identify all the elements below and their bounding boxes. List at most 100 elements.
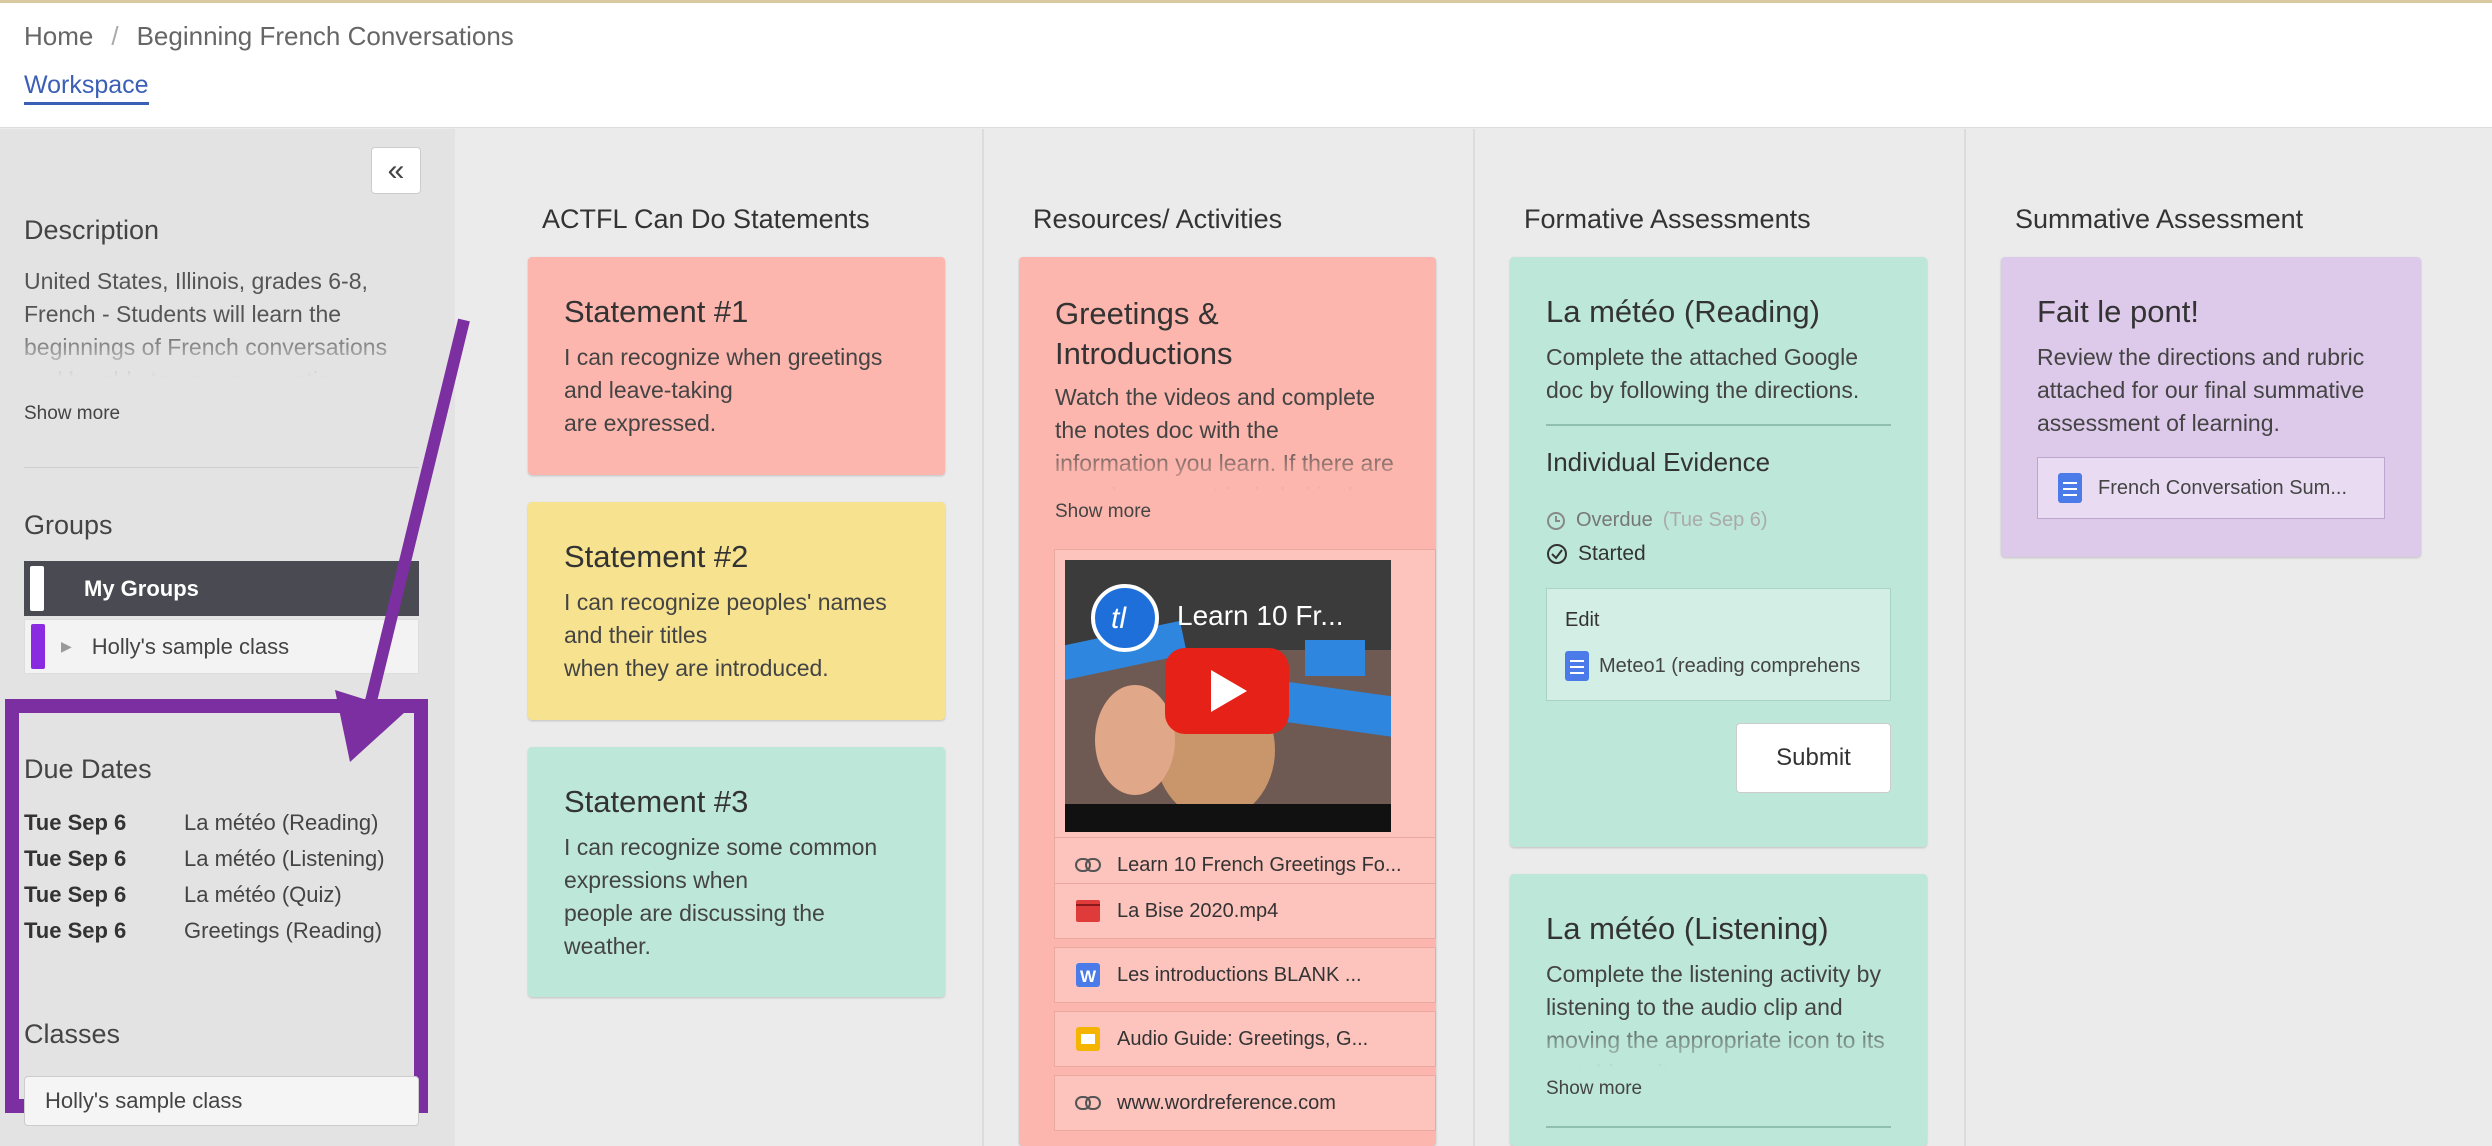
card-title-line: Introductions (1055, 336, 1233, 371)
card-line: Watch the videos and complete (1055, 384, 1376, 410)
started-status: Started (1546, 542, 1646, 566)
group-my-groups[interactable]: My Groups (24, 561, 419, 616)
card-line: assessment of learning. (2037, 410, 2280, 436)
description-heading: Description (24, 215, 160, 245)
collapse-sidebar-button[interactable]: « (371, 147, 421, 194)
card-title: Statement #1 (564, 294, 749, 329)
card-title-line: Greetings & (1055, 296, 1219, 331)
sidebar: « Description United States, Illinois, g… (0, 129, 455, 1146)
resource-file-item[interactable]: Audio Guide: Greetings, G... (1054, 1011, 1436, 1067)
word-doc-icon: W (1075, 962, 1101, 988)
card-line: and leave-taking (564, 377, 733, 403)
resource-show-more-link[interactable]: Show more (1055, 501, 1151, 523)
card-line: people are discussing the (564, 900, 825, 926)
due-date-row[interactable]: Tue Sep 6 Greetings (Reading) (24, 918, 382, 944)
card-line: Complete the attached Google (1546, 344, 1858, 370)
card-line: moving the appropriate icon to its (1546, 1027, 1885, 1053)
card-body: I can recognize some common expressions … (564, 831, 877, 963)
resource-label: www.wordreference.com (1117, 1091, 1336, 1114)
attachment-item[interactable]: French Conversation Sum... (2037, 457, 2385, 519)
card-line: I can recognize peoples' names (564, 589, 887, 615)
due-dates-heading: Due Dates (24, 754, 152, 784)
breadcrumb-course[interactable]: Beginning French Conversations (137, 21, 514, 52)
svg-text:W: W (1080, 967, 1097, 986)
due-date-row[interactable]: Tue Sep 6 La météo (Listening) (24, 846, 385, 872)
card-body: Complete the attached Google doc by foll… (1546, 341, 1859, 407)
card-title: Statement #3 (564, 784, 749, 819)
due-title: La météo (Quiz) (184, 882, 342, 907)
class-selector[interactable]: Holly's sample class (24, 1076, 419, 1126)
expand-triangle-icon[interactable]: ▶ (61, 638, 72, 655)
statement-card[interactable]: Statement #1 I can recognize when greeti… (528, 257, 945, 475)
card-line: I can recognize some common (564, 834, 878, 860)
card-divider (1546, 424, 1891, 426)
description-show-more-link[interactable]: Show more (24, 403, 120, 425)
evidence-doc-name: Meteo1 (reading comprehens (1599, 654, 1861, 677)
statement-card[interactable]: Statement #2 I can recognize peoples' na… (528, 502, 945, 720)
group-color-swatch (31, 624, 45, 669)
group-hollys-sample-class[interactable]: ▶ Holly's sample class (24, 619, 419, 674)
page-header: Home / Beginning French Conversations Wo… (0, 0, 2492, 128)
edit-link[interactable]: Edit (1565, 609, 1599, 632)
column-heading-summative: Summative Assessment (2015, 204, 2304, 234)
google-doc-icon (1565, 651, 1589, 681)
card-line: Complete the listening activity by (1546, 961, 1881, 987)
google-doc-icon (2058, 473, 2082, 503)
assessment-card[interactable]: La météo (Reading) Complete the attached… (1510, 257, 1927, 847)
groups-heading: Groups (24, 510, 113, 540)
video-embed[interactable]: tl Learn 10 Fr... (1054, 549, 1436, 839)
resource-file-item[interactable]: W Les introductions BLANK ... (1054, 947, 1436, 1003)
due-date: Tue Sep 6 (24, 882, 127, 907)
overdue-label: Overdue (1576, 509, 1653, 531)
clock-icon (1547, 511, 1565, 530)
due-date-row[interactable]: Tue Sep 6 La météo (Reading) (24, 810, 378, 836)
tab-workspace[interactable]: Workspace (24, 71, 149, 105)
card-title: La météo (Reading) (1546, 294, 1820, 329)
overdue-status: Overdue (Tue Sep 6) (1546, 509, 1768, 532)
card-line: listening to the audio clip and (1546, 994, 1843, 1020)
breadcrumb-home[interactable]: Home (24, 21, 93, 52)
card-line: when they are introduced. (564, 655, 829, 681)
assessment-card[interactable]: La météo (Listening) Complete the listen… (1510, 874, 1927, 1146)
group-label: Holly's sample class (91, 633, 290, 659)
card-line: weather. (564, 933, 651, 959)
evidence-box: Edit Meteo1 (reading comprehens (1546, 588, 1891, 701)
card-body: Watch the videos and complete the notes … (1055, 381, 1394, 491)
resource-file-item[interactable]: La Bise 2020.mp4 (1054, 883, 1436, 939)
card-title: Greetings & Introductions (1055, 294, 1233, 374)
card-title: Statement #2 (564, 539, 749, 574)
assessment-show-more-link[interactable]: Show more (1546, 1078, 1642, 1100)
svg-text:tl: tl (1111, 602, 1127, 635)
link-icon (1075, 1090, 1101, 1116)
column-heading-formative: Formative Assessments (1524, 204, 1811, 234)
card-divider (1546, 1126, 1891, 1128)
evidence-doc-item[interactable]: Meteo1 (reading comprehens (1565, 651, 1881, 681)
due-date: Tue Sep 6 (24, 846, 127, 871)
resource-label: Learn 10 French Greetings Fo... (1117, 853, 1402, 876)
video-thumbnail[interactable]: tl Learn 10 Fr... (1065, 560, 1391, 832)
card-line: information you learn. If there are (1055, 450, 1394, 476)
due-date-row[interactable]: Tue Sep 6 La météo (Quiz) (24, 882, 342, 908)
link-icon (1075, 852, 1101, 878)
resource-label: Audio Guide: Greetings, G... (1117, 1027, 1369, 1050)
divider (24, 467, 419, 468)
check-circle-icon (1547, 544, 1567, 564)
resource-card[interactable]: Greetings & Introductions Watch the vide… (1019, 257, 1436, 1146)
column-divider (982, 129, 984, 1146)
overdue-date: (Tue Sep 6) (1662, 509, 1768, 531)
card-line: attached for our final summative (2037, 377, 2365, 403)
card-line: and their titles (564, 622, 708, 648)
due-title: La météo (Listening) (184, 846, 385, 871)
breadcrumb-separator: / (111, 21, 119, 51)
status-label: Started (1578, 542, 1646, 565)
card-line: matching city. (1546, 1057, 1885, 1068)
summative-card[interactable]: Fait le pont! Review the directions and … (2001, 257, 2421, 557)
card-title: La météo (Listening) (1546, 911, 1829, 946)
submit-button[interactable]: Submit (1736, 723, 1891, 793)
video-title: Learn 10 Fr... (1177, 600, 1344, 631)
resource-link-item[interactable]: www.wordreference.com (1054, 1075, 1436, 1131)
column-heading-actfl: ACTFL Can Do Statements (542, 204, 870, 234)
breadcrumb: Home / Beginning French Conversations (24, 21, 514, 52)
card-line: the notes doc with the (1055, 417, 1279, 443)
statement-card[interactable]: Statement #3 I can recognize some common… (528, 747, 945, 997)
